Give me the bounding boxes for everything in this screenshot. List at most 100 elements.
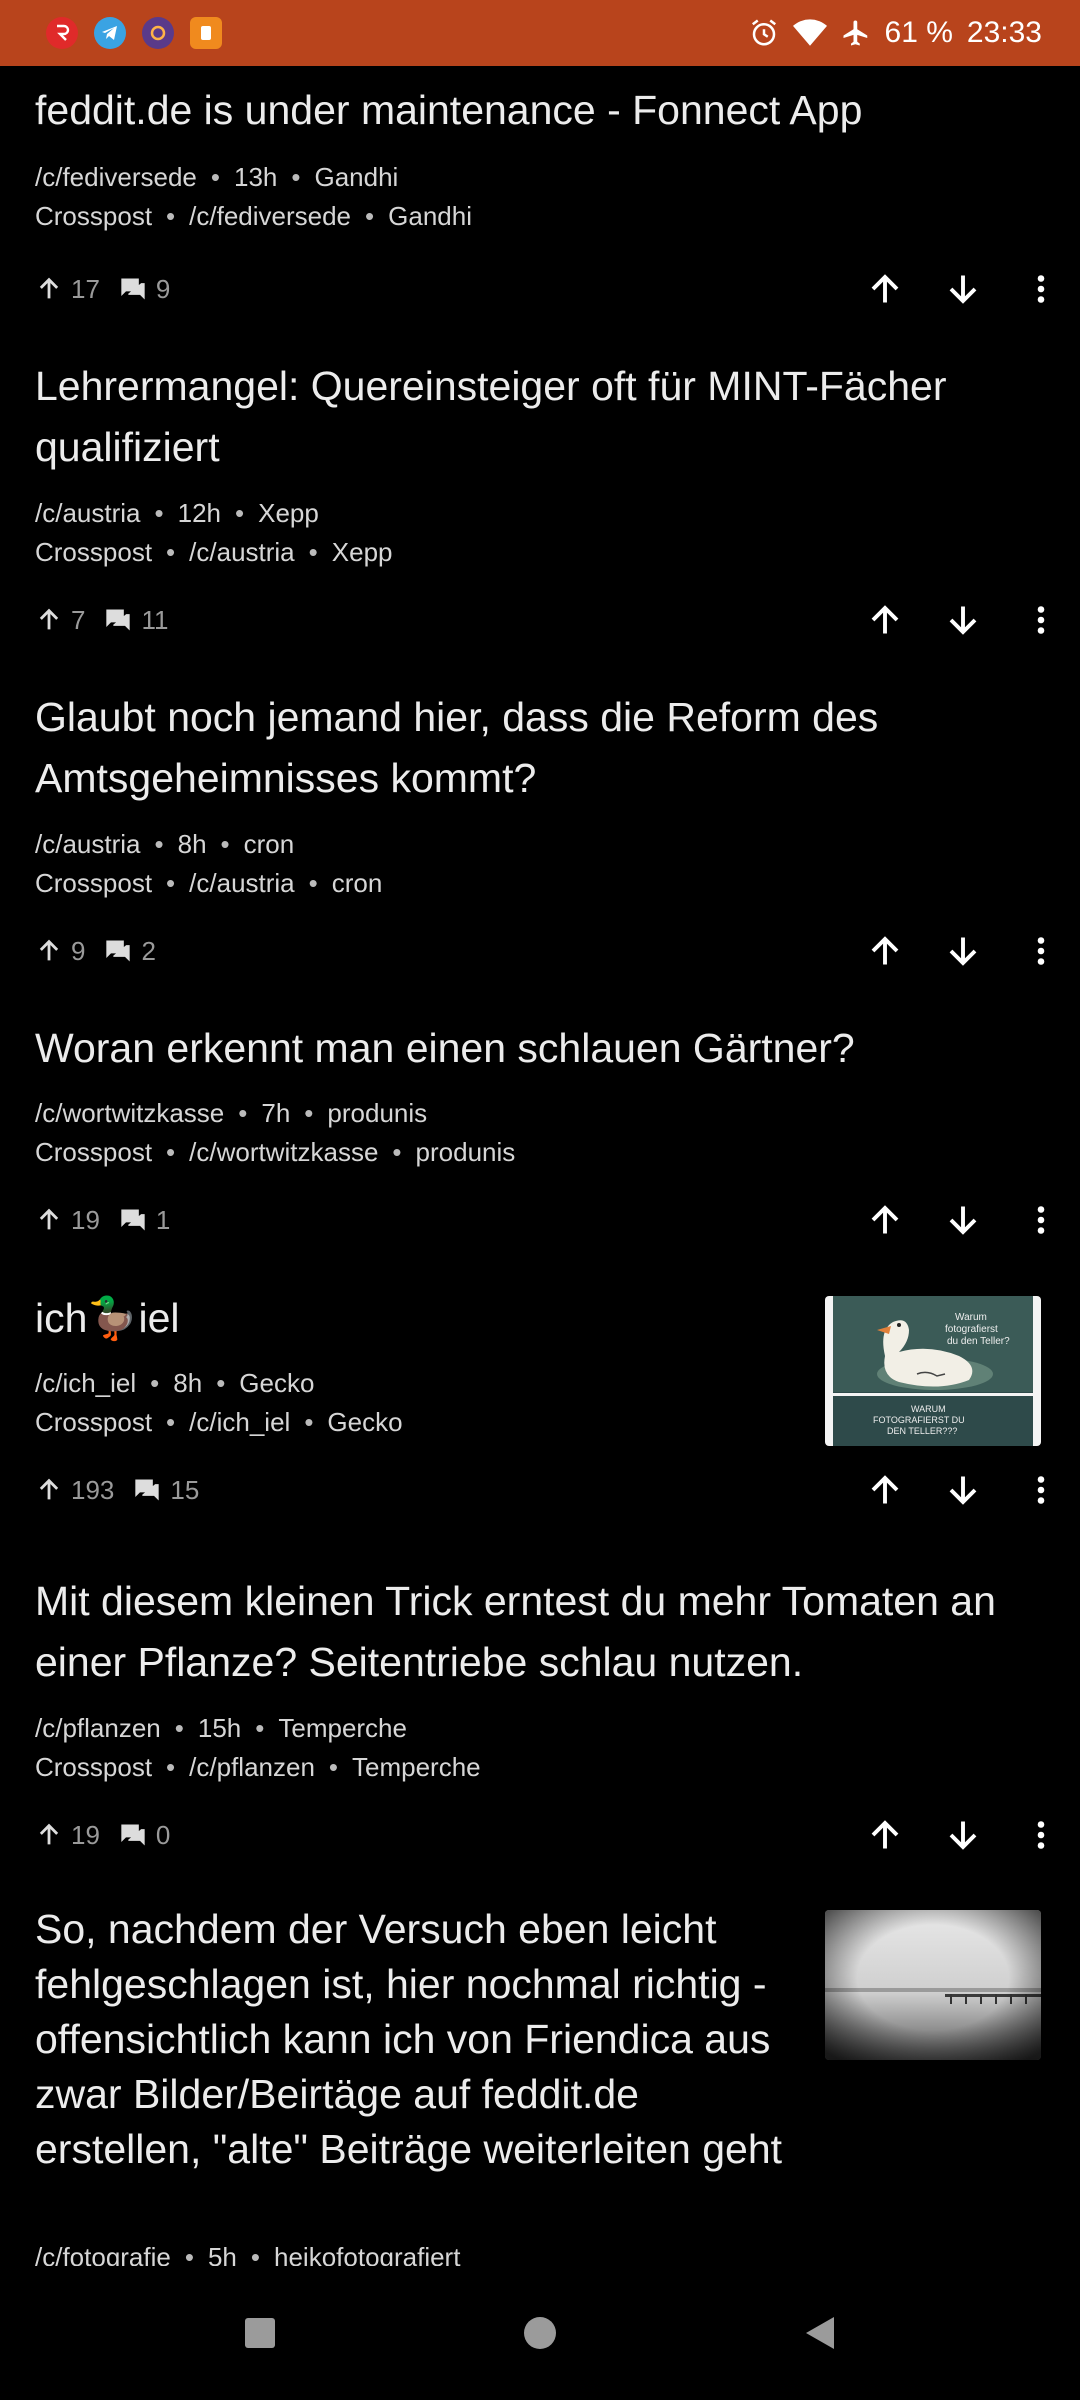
crosspost-community-link[interactable]: /c/wortwitzkasse <box>189 1133 378 1171</box>
author-link[interactable]: Xepp <box>258 494 319 532</box>
separator-dot: • <box>291 162 301 192</box>
community-link[interactable]: /c/austria <box>35 825 141 863</box>
crosspost-author-link[interactable]: Gecko <box>327 1403 402 1441</box>
arrow-up-icon <box>871 1820 899 1849</box>
post-actions: 17 9 <box>0 259 1080 319</box>
author-link[interactable]: heikofotografiert <box>274 2238 460 2266</box>
score-arrow-icon <box>39 1208 59 1230</box>
separator-dot: • <box>220 829 230 859</box>
author-link[interactable]: produnis <box>327 1094 427 1132</box>
crosspost-community-link[interactable]: /c/austria <box>189 533 295 571</box>
separator-dot: • <box>150 1368 160 1398</box>
upvote-button[interactable] <box>846 590 924 650</box>
crosspost-meta: Crosspost • /c/wortwitzkasse • produnis <box>35 1133 515 1171</box>
post-stats: 9 2 <box>35 921 174 981</box>
author-link[interactable]: Gecko <box>239 1364 314 1402</box>
author-link[interactable]: cron <box>244 825 295 863</box>
downvote-button[interactable] <box>924 590 1002 650</box>
post-title[interactable]: feddit.de is under maintenance - Fonnect… <box>35 80 1045 141</box>
downvote-button[interactable] <box>924 1190 1002 1250</box>
post-title[interactable]: So, nachdem der Versuch eben leicht fehl… <box>35 1902 795 2177</box>
downvote-button[interactable] <box>924 1805 1002 1865</box>
upvote-button[interactable] <box>846 1190 924 1250</box>
triangle-back-icon <box>806 2317 834 2349</box>
separator-dot: • <box>166 868 176 898</box>
downvote-button[interactable] <box>924 921 1002 981</box>
community-link[interactable]: /c/fotografie <box>35 2238 171 2266</box>
more-options-button[interactable] <box>1002 921 1080 981</box>
post-title[interactable]: Woran erkennt man einen schlauen Gärtner… <box>35 1018 1045 1079</box>
home-button[interactable] <box>495 2288 585 2378</box>
post-thumbnail[interactable] <box>825 1910 1041 2060</box>
more-options-button[interactable] <box>1002 1190 1080 1250</box>
upvote-button[interactable] <box>846 921 924 981</box>
score-count: 193 <box>71 1474 115 1505</box>
vote-controls <box>846 259 1080 319</box>
community-link[interactable]: /c/pflanzen <box>35 1709 161 1747</box>
community-link[interactable]: /c/wortwitzkasse <box>35 1094 224 1132</box>
post-age: 8h <box>173 1368 203 1398</box>
post-title[interactable]: Mit diesem kleinen Trick erntest du mehr… <box>35 1571 1045 1693</box>
recents-button[interactable] <box>215 2288 305 2378</box>
author-link[interactable]: Gandhi <box>314 158 398 196</box>
more-options-button[interactable] <box>1002 590 1080 650</box>
upvote-button[interactable] <box>846 1805 924 1865</box>
crosspost-community-link[interactable]: /c/austria <box>189 864 295 902</box>
vote-controls <box>846 1805 1080 1865</box>
crosspost-label: Crosspost <box>35 201 153 231</box>
crosspost-author-link[interactable]: produnis <box>416 1133 516 1171</box>
back-button[interactable] <box>775 2288 865 2378</box>
crosspost-author-link[interactable]: cron <box>332 864 383 902</box>
post-title[interactable]: Glaubt noch jemand hier, dass die Reform… <box>35 687 1045 809</box>
community-link[interactable]: /c/fediversede <box>35 158 197 196</box>
more-options-button[interactable] <box>1002 1805 1080 1865</box>
crosspost-author-link[interactable]: Xepp <box>332 533 393 571</box>
post-stats: 17 9 <box>35 259 188 319</box>
crosspost-author-link[interactable]: Temperche <box>352 1748 481 1786</box>
separator-dot: • <box>174 1713 184 1743</box>
post-thumbnail[interactable]: Warum fotografierst du den Teller? WARUM… <box>825 1296 1041 1446</box>
post-meta: /c/fotografie • 5h • heikofotografiert <box>35 2238 460 2266</box>
arrow-up-icon <box>871 936 899 965</box>
crosspost-label: Crosspost <box>35 537 153 567</box>
post-feed[interactable]: feddit.de is under maintenance - Fonnect… <box>0 66 1080 2266</box>
comments-icon <box>121 278 145 300</box>
separator-dot: • <box>235 498 245 528</box>
crosspost-community-link[interactable]: /c/fediversede <box>189 197 351 235</box>
community-link[interactable]: /c/ich_iel <box>35 1364 136 1402</box>
svg-text:du den Teller?: du den Teller? <box>947 1336 1010 1347</box>
clock: 23:33 <box>966 16 1042 49</box>
downvote-button[interactable] <box>924 1460 1002 1520</box>
arrow-down-icon <box>949 1476 977 1505</box>
crosspost-community-link[interactable]: /c/pflanzen <box>189 1748 315 1786</box>
post-age: 7h <box>261 1098 291 1128</box>
post-age: 5h <box>207 2242 237 2266</box>
separator-dot: • <box>216 1368 226 1398</box>
post-title[interactable]: ich🦆iel <box>35 1288 795 1349</box>
crosspost-meta: Crosspost • /c/pflanzen • Temperche <box>35 1748 481 1786</box>
upvote-button[interactable] <box>846 259 924 319</box>
square-icon <box>245 2318 275 2348</box>
post-meta: /c/ich_iel • 8h • Gecko <box>35 1364 314 1402</box>
downvote-button[interactable] <box>924 259 1002 319</box>
author-link[interactable]: Temperche <box>278 1709 407 1747</box>
more-options-button[interactable] <box>1002 1460 1080 1520</box>
arrow-up-icon <box>871 1205 899 1234</box>
separator-dot: • <box>308 868 318 898</box>
score-count: 7 <box>71 604 86 635</box>
separator-dot: • <box>328 1752 339 1782</box>
post-meta: /c/pflanzen • 15h • Temperche <box>35 1709 407 1747</box>
more-options-button[interactable] <box>1002 259 1080 319</box>
more-vert-icon <box>1037 275 1045 303</box>
score-count: 17 <box>71 273 100 304</box>
thumbnail-caption-top: Warum <box>955 1312 987 1323</box>
crosspost-label: Crosspost <box>35 1407 153 1437</box>
crosspost-community-link[interactable]: /c/ich_iel <box>189 1403 290 1441</box>
upvote-button[interactable] <box>846 1460 924 1520</box>
app-icon-purple <box>142 17 174 49</box>
crosspost-author-link[interactable]: Gandhi <box>388 197 472 235</box>
comment-count: 1 <box>155 1204 171 1235</box>
community-link[interactable]: /c/austria <box>35 494 141 532</box>
post-stats: 7 11 <box>35 590 186 650</box>
post-title[interactable]: Lehrermangel: Quereinsteiger oft für MIN… <box>35 356 1045 478</box>
